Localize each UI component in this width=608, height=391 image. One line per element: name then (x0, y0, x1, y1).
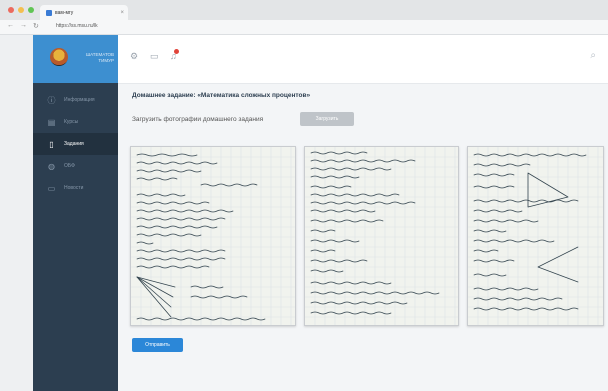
notification-dot (174, 49, 179, 54)
app-page: ШАТЕМАТОВ ТИМУР ⓘ Информация ▤ Курсы ▯ З… (33, 35, 608, 391)
upload-label: Загрузить фотографии домашнего задания (132, 116, 264, 123)
sidebar-item-info[interactable]: ⓘ Информация (33, 89, 118, 111)
book-icon: ▤ (47, 117, 56, 127)
minimize-window-button[interactable] (18, 7, 24, 13)
sidebar-item-label: Курсы (64, 119, 79, 125)
document-icon: ▯ (49, 139, 54, 149)
sidebar-item-obf[interactable]: ◍ ОБФ (33, 155, 118, 177)
back-icon[interactable]: ← (7, 22, 14, 29)
forward-icon[interactable]: → (20, 22, 27, 29)
window-controls (8, 7, 34, 13)
search-icon[interactable]: ⌕ (590, 50, 596, 61)
submit-button[interactable]: Отправить (132, 338, 183, 352)
chat-icon[interactable]: ▭ (150, 51, 159, 62)
settings-icon[interactable]: ⚙ (130, 51, 138, 62)
browser-tab-bar: вам-мгу × (0, 0, 608, 20)
upload-button[interactable]: Загрузить (300, 112, 354, 126)
profile-header[interactable]: ШАТЕМАТОВ ТИМУР (33, 35, 118, 83)
reload-icon[interactable]: ↻ (33, 22, 39, 30)
sidebar-item-label: Новости (64, 185, 84, 191)
sidebar-item-label: Информация (64, 97, 95, 103)
user-name: ШАТЕМАТОВ ТИМУР (86, 52, 114, 63)
tab-close-icon[interactable]: × (120, 10, 124, 16)
address-bar: ← → ↻ https://ss.msu.ru/lk (0, 20, 608, 35)
sidebar-item-label: Задания (64, 141, 84, 147)
sidebar-item-assignments[interactable]: ▯ Задания (33, 133, 118, 155)
homework-photo-2[interactable] (304, 146, 459, 326)
page-title: Домашнее задание: «Математика сложных пр… (132, 92, 311, 99)
homework-photo-1[interactable] (130, 146, 296, 326)
sidebar-item-news[interactable]: ▭ Новости (33, 177, 118, 199)
top-bar: ⚙ ▭ ♫ ⌕ (118, 35, 608, 84)
file-icon: ▭ (47, 183, 56, 193)
homework-photo-3[interactable] (467, 146, 604, 326)
avatar[interactable] (50, 48, 68, 66)
main-content: Домашнее задание: «Математика сложных пр… (118, 84, 608, 391)
sidebar-item-courses[interactable]: ▤ Курсы (33, 111, 118, 133)
close-window-button[interactable] (8, 7, 14, 13)
sidebar-nav: ⓘ Информация ▤ Курсы ▯ Задания ◍ ОБФ ▭ Н… (33, 89, 118, 199)
browser-tab[interactable]: вам-мгу × (40, 5, 128, 20)
homework-photos (130, 146, 604, 326)
favicon-icon (46, 9, 52, 16)
maximize-window-button[interactable] (28, 7, 34, 13)
tab-title: вам-мгу (55, 9, 74, 16)
info-icon: ⓘ (47, 95, 56, 105)
url-input[interactable]: https://ss.msu.ru/lk (56, 23, 98, 29)
sidebar-item-label: ОБФ (64, 163, 75, 169)
sidebar: ШАТЕМАТОВ ТИМУР ⓘ Информация ▤ Курсы ▯ З… (33, 35, 118, 391)
globe-icon: ◍ (48, 161, 55, 171)
